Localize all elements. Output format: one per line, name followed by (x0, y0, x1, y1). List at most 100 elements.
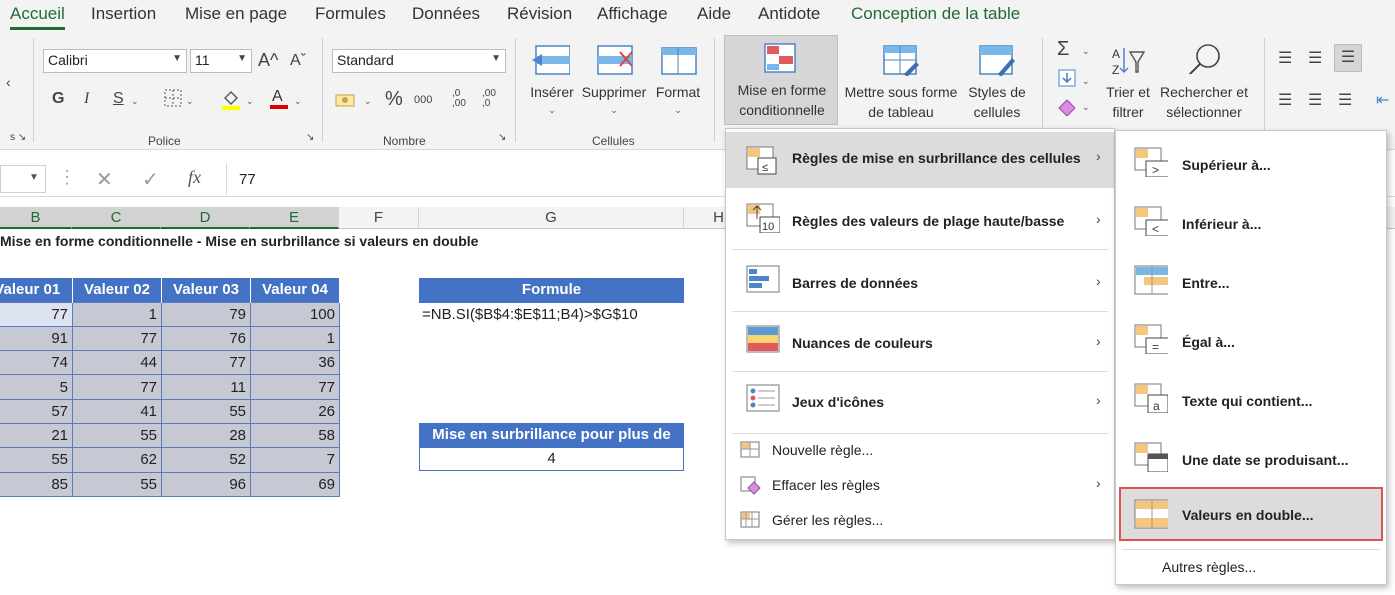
table-cell[interactable]: 36 (250, 350, 340, 376)
column-header-f[interactable]: F (339, 207, 419, 229)
table-cell[interactable]: 62 (72, 447, 162, 473)
chevron-down-icon[interactable]: ⌄ (246, 96, 254, 107)
underline-button[interactable]: S (113, 90, 124, 108)
table-cell[interactable]: 96 (161, 471, 251, 497)
table-cell[interactable]: 77 (72, 325, 162, 352)
conditional-formatting-button[interactable]: Mise en forme conditionnelle (724, 35, 838, 125)
table-cell[interactable]: 55 (161, 398, 251, 424)
name-box[interactable]: ▼ (0, 165, 46, 193)
menu-item-highlight-rules[interactable]: ≤ Règles de mise en surbrillance des cel… (726, 132, 1114, 188)
decrease-decimal-button[interactable]: ,00 ,0 (482, 89, 504, 109)
menu-item-icon-sets[interactable]: Jeux d'icônes › (726, 372, 1114, 428)
fill-down-icon[interactable] (1057, 68, 1077, 93)
submenu-item-more-rules[interactable]: Autres règles... (1116, 555, 1386, 581)
table-header[interactable]: Valeur 03 (161, 278, 251, 302)
enter-check-icon[interactable]: ✓ (142, 167, 159, 192)
column-header-d[interactable]: D (161, 207, 250, 229)
autosum-icon[interactable]: Σ (1057, 38, 1069, 61)
formula-text[interactable]: =NB.SI($B$4:$E$11;B4)>$G$10 (422, 306, 638, 323)
table-cell[interactable]: 76 (161, 325, 251, 352)
table-cell[interactable]: 5 (0, 374, 73, 400)
align-top-icon[interactable]: ☰ (1278, 48, 1292, 68)
tab-donnees[interactable]: Données (412, 4, 480, 24)
format-button[interactable]: Format ⌄ (652, 40, 704, 124)
menu-item-data-bars[interactable]: Barres de données › (726, 253, 1114, 309)
shrink-font-button[interactable]: Aˇ (290, 52, 306, 70)
tab-revision[interactable]: Révision (507, 4, 572, 24)
collapse-chevron-icon[interactable]: ‹ (6, 74, 11, 90)
table-cell[interactable]: 77 (72, 374, 162, 400)
chevron-down-icon[interactable]: ⌄ (1082, 46, 1090, 57)
table-cell[interactable]: 77 (161, 350, 251, 376)
menu-item-clear-rules[interactable]: Effacer les règles › (726, 472, 1114, 500)
chevron-down-icon[interactable]: ⌄ (131, 96, 139, 107)
insert-button[interactable]: Insérer ⌄ (528, 40, 576, 124)
font-size-box[interactable]: 11 ▼ (190, 49, 252, 73)
table-cell[interactable]: 91 (0, 325, 73, 352)
align-center-icon[interactable]: ☰ (1308, 90, 1322, 110)
tab-insertion[interactable]: Insertion (91, 4, 156, 24)
table-cell[interactable]: 41 (72, 398, 162, 424)
find-select-button[interactable]: Rechercher et sélectionner (1154, 40, 1254, 124)
submenu-item-equal-to[interactable]: = Égal à... (1116, 312, 1386, 370)
align-left-icon[interactable]: ☰ (1278, 90, 1292, 110)
tab-formules[interactable]: Formules (315, 4, 386, 24)
table-cell[interactable]: 77 (0, 301, 73, 327)
chevron-down-icon[interactable]: ⌄ (1082, 76, 1090, 87)
chevron-down-icon[interactable]: ⌄ (186, 96, 194, 107)
sheet-title[interactable]: Mise en forme conditionnelle - Mise en s… (0, 233, 478, 249)
table-cell[interactable]: 44 (72, 350, 162, 376)
grow-font-button[interactable]: A^ (258, 50, 278, 71)
submenu-item-greater-than[interactable]: > Supérieur à... (1116, 135, 1386, 193)
tab-antidote[interactable]: Antidote (758, 4, 820, 24)
column-header-e[interactable]: E (250, 207, 339, 229)
currency-icon[interactable] (334, 90, 358, 115)
table-cell[interactable]: 58 (250, 422, 340, 449)
column-header-g[interactable]: G (419, 207, 684, 229)
thousands-button[interactable]: 000 (414, 94, 432, 106)
menu-item-top-bottom-rules[interactable]: 10 Règles des valeurs de plage haute/bas… (726, 191, 1114, 247)
formula-header[interactable]: Formule (419, 278, 684, 303)
tab-affichage[interactable]: Affichage (597, 4, 668, 24)
table-cell[interactable]: 28 (161, 422, 251, 449)
menu-item-new-rule[interactable]: Nouvelle règle... (726, 437, 1114, 465)
borders-icon[interactable] (163, 88, 183, 113)
submenu-item-text-contains[interactable]: a Texte qui contient... (1116, 371, 1386, 429)
tab-accueil[interactable]: Accueil (10, 4, 65, 30)
table-cell[interactable]: 55 (72, 422, 162, 449)
table-cell[interactable]: 77 (250, 374, 340, 400)
submenu-item-duplicate-values[interactable]: Valeurs en double... (1119, 487, 1383, 541)
table-cell[interactable]: 55 (0, 447, 73, 473)
menu-item-color-scales[interactable]: Nuances de couleurs › (726, 313, 1114, 369)
indent-icon[interactable]: ⇤ (1376, 90, 1389, 110)
sort-filter-button[interactable]: AZ Trier et filtrer (1100, 40, 1156, 124)
clear-eraser-icon[interactable] (1057, 96, 1079, 121)
dialog-launcher-icon[interactable]: s ↘ (10, 132, 26, 143)
threshold-header[interactable]: Mise en surbrillance pour plus de (419, 423, 684, 448)
submenu-item-less-than[interactable]: < Inférieur à... (1116, 194, 1386, 252)
italic-button[interactable]: I (84, 90, 89, 108)
table-cell[interactable]: 52 (161, 447, 251, 473)
tab-aide[interactable]: Aide (697, 4, 731, 24)
menu-item-manage-rules[interactable]: Gérer les règles... (726, 507, 1114, 535)
table-cell[interactable]: 1 (72, 301, 162, 327)
align-middle-icon[interactable]: ☰ (1308, 48, 1322, 68)
align-right-icon[interactable]: ☰ (1338, 90, 1352, 110)
percent-button[interactable]: % (385, 88, 403, 111)
align-bottom-icon[interactable]: ☰ (1334, 44, 1362, 72)
table-cell[interactable]: 79 (161, 301, 251, 327)
format-as-table-button[interactable]: Mettre sous forme de tableau (840, 40, 962, 124)
table-cell[interactable]: 11 (161, 374, 251, 400)
chevron-down-icon[interactable]: ⌄ (364, 96, 372, 107)
table-cell[interactable]: 55 (72, 471, 162, 497)
table-cell[interactable]: 57 (0, 398, 73, 424)
tab-conception-table[interactable]: Conception de la table (851, 4, 1020, 24)
increase-decimal-button[interactable]: ,0 ,00 (452, 89, 474, 109)
table-cell[interactable]: 85 (0, 471, 73, 497)
font-name-box[interactable]: Calibri ▼ (43, 49, 187, 73)
table-cell[interactable]: 7 (250, 447, 340, 473)
table-cell[interactable]: 100 (250, 301, 340, 327)
table-header[interactable]: Valeur 01 (0, 278, 73, 302)
submenu-item-between[interactable]: Entre... (1116, 253, 1386, 311)
table-cell[interactable]: 21 (0, 422, 73, 449)
